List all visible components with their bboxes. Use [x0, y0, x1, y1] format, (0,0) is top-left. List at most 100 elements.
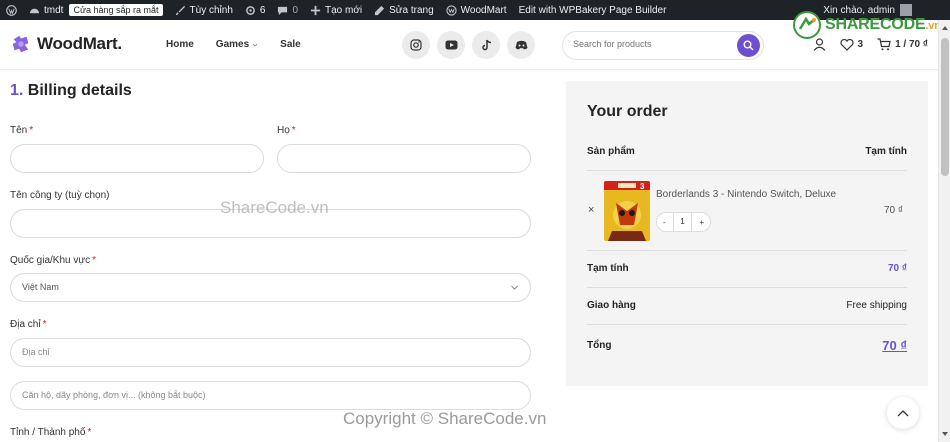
- cart-summary: 1 / 70 ₫: [895, 39, 928, 50]
- address2-placeholder: Căn hộ, dãy phòng, đơn vị... (không bắt …: [22, 390, 206, 400]
- brush-icon: [175, 5, 185, 15]
- dashboard-icon: [29, 8, 40, 13]
- city-label: Tỉnh / Thành phố *: [10, 427, 91, 438]
- qty-input[interactable]: 1: [673, 213, 692, 231]
- product-name[interactable]: Borderlands 3 - Nintendo Switch, Deluxe: [656, 189, 836, 200]
- total-value: 70 ₫: [882, 338, 907, 353]
- youtube-icon: [445, 40, 457, 50]
- center-watermark: ShareCode.vn: [220, 198, 329, 217]
- divider: [587, 250, 907, 251]
- last-name-field[interactable]: [277, 144, 531, 173]
- new-content-item[interactable]: Tạo mới: [304, 0, 368, 20]
- subtotal-label: Tạm tính: [587, 263, 629, 274]
- product-thumbnail[interactable]: 3: [604, 181, 650, 241]
- col-subtotal: Tạm tính: [865, 146, 907, 157]
- nav-label: Sale: [280, 39, 301, 50]
- nav-label: Home: [166, 39, 194, 50]
- search-button[interactable]: [737, 34, 760, 57]
- qty-plus-button[interactable]: +: [699, 218, 704, 227]
- instagram-icon: [410, 39, 422, 51]
- address2-field[interactable]: Căn hộ, dãy phòng, đơn vị... (không bắt …: [10, 381, 531, 410]
- wp-logo-item[interactable]: [0, 0, 23, 20]
- label-text: Tỉnh / Thành phố: [10, 427, 86, 438]
- youtube-button[interactable]: [437, 31, 465, 59]
- edit-page-item[interactable]: Sửa trang: [368, 0, 440, 20]
- required-mark: *: [87, 427, 92, 438]
- sharecode-logo-icon: [793, 11, 821, 39]
- address-field[interactable]: Địa chỉ: [10, 338, 531, 367]
- shipping-label: Giao hàng: [587, 300, 636, 311]
- refresh-icon: [245, 5, 255, 15]
- chevron-down-icon: [252, 43, 258, 47]
- company-label: Tên công ty (tuỳ chọn): [10, 190, 110, 201]
- site-logo[interactable]: WoodMart.: [10, 33, 122, 55]
- required-mark: *: [29, 125, 34, 136]
- puzzle-logo-icon: [12, 35, 29, 53]
- nav-item-home[interactable]: Home: [166, 39, 194, 50]
- divider: [587, 324, 907, 325]
- comments-item[interactable]: 0: [271, 0, 304, 20]
- site-name-item[interactable]: tmdt: [23, 0, 69, 20]
- first-name-field[interactable]: [10, 144, 264, 173]
- divider: [587, 170, 907, 171]
- required-mark: *: [291, 125, 296, 136]
- builder-item[interactable]: Edit with WPBakery Page Builder: [513, 0, 673, 20]
- updates-count: 6: [259, 4, 266, 16]
- wishlist-button[interactable]: 3: [839, 38, 863, 51]
- nav-label: Games: [215, 39, 250, 50]
- quantity-stepper: - 1 +: [656, 212, 711, 232]
- borderlands-cover-image: 3: [604, 181, 650, 241]
- copyright-watermark: Copyright © ShareCode.vn: [343, 409, 547, 428]
- country-value: Việt Nam: [22, 282, 59, 292]
- sharecode-logo-text: SHARECODE.vn: [825, 16, 941, 34]
- divider: [587, 287, 907, 288]
- customize-item[interactable]: Tùy chỉnh: [169, 0, 239, 20]
- discord-button[interactable]: [507, 31, 535, 59]
- tiktok-button[interactable]: [472, 31, 500, 59]
- billing-title-text: Billing details: [27, 82, 132, 99]
- scroll-up-arrow-icon[interactable]: [942, 26, 948, 30]
- pencil-icon: [375, 5, 385, 15]
- scroll-down-arrow-icon[interactable]: [942, 432, 948, 436]
- comments-count: 0: [292, 4, 299, 16]
- product-price: 70 ₫: [884, 205, 904, 216]
- country-label: Quốc gia/Khu vực *: [10, 255, 96, 266]
- order-summary: Your order Sản phẩm Tạm tính × 3 Borderl…: [566, 81, 928, 386]
- scrollbar-thumb[interactable]: [941, 38, 949, 176]
- qty-minus-button[interactable]: -: [663, 218, 666, 227]
- wordpress-icon: [6, 4, 17, 16]
- chevron-down-icon: [511, 285, 518, 290]
- chevron-up-icon: [897, 410, 909, 417]
- label-text: Họ: [277, 125, 290, 136]
- required-mark: *: [42, 319, 47, 330]
- shipping-row: Giao hàng Free shipping: [587, 300, 907, 311]
- svg-text:3: 3: [640, 182, 645, 191]
- subtotal-value: 70 ₫: [887, 263, 907, 274]
- nav-item-sale[interactable]: Sale: [280, 39, 301, 50]
- shipping-value: Free shipping: [846, 300, 907, 311]
- last-name-label: Họ *: [277, 125, 296, 136]
- search-input[interactable]: [573, 39, 723, 49]
- page-scrollbar[interactable]: [938, 20, 950, 442]
- discord-icon: [515, 40, 527, 50]
- nav-item-games[interactable]: Games: [216, 39, 258, 50]
- order-title: Your order: [587, 103, 668, 120]
- social-links: [402, 31, 535, 59]
- coming-soon-item[interactable]: Cửa hàng sắp ra mắt: [69, 0, 168, 20]
- sharecode-logo: SHARECODE.vn: [792, 10, 941, 40]
- step-number: 1.: [10, 82, 24, 99]
- search-form: [562, 31, 764, 60]
- updates-item[interactable]: 6: [239, 0, 272, 20]
- remove-item-button[interactable]: ×: [588, 204, 594, 216]
- theme-item[interactable]: WoodMart: [440, 0, 513, 20]
- country-select[interactable]: Việt Nam: [10, 273, 531, 302]
- coming-soon-badge: Cửa hàng sắp ra mắt: [69, 4, 163, 16]
- instagram-button[interactable]: [402, 31, 430, 59]
- site-name: tmdt: [44, 4, 64, 16]
- logo-text: WoodMart.: [37, 34, 122, 53]
- first-name-label: Tên *: [10, 125, 33, 136]
- scroll-to-top-button[interactable]: [887, 397, 919, 429]
- theme-label: WoodMart: [460, 4, 507, 16]
- col-product: Sản phẩm: [587, 146, 635, 157]
- label-text: Địa chỉ: [10, 319, 41, 330]
